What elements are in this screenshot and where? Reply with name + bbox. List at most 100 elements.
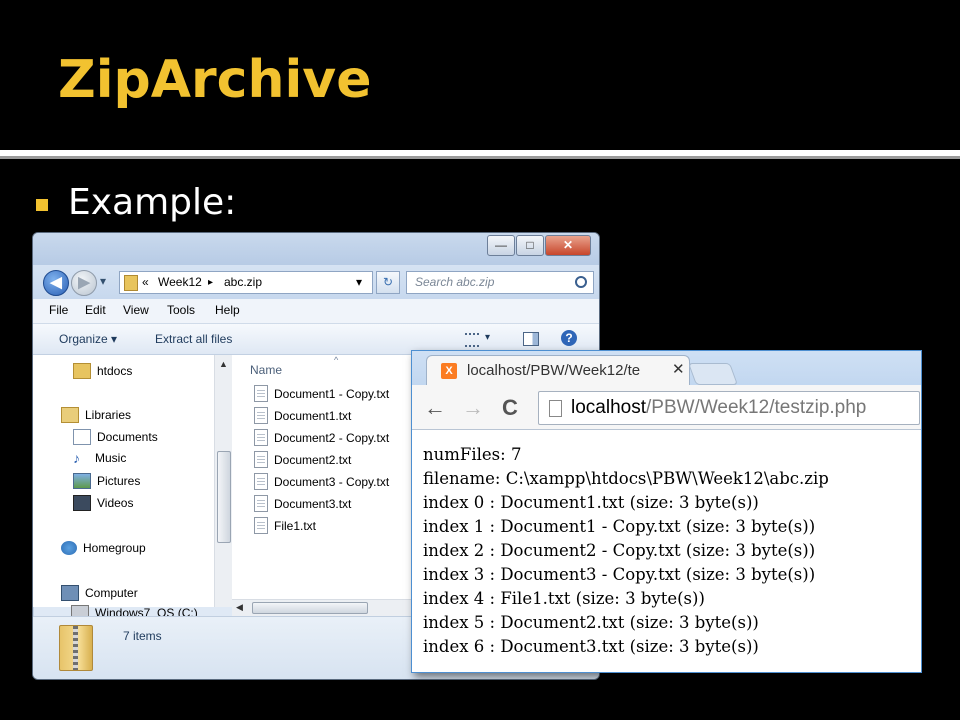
- refresh-button[interactable]: ↻: [376, 271, 400, 294]
- column-header-name[interactable]: Name: [250, 363, 282, 377]
- scroll-up-icon[interactable]: ▲: [219, 359, 228, 369]
- url-host: localhost: [571, 397, 646, 418]
- file-row[interactable]: Document1 - Copy.txt: [254, 385, 389, 402]
- sidebar-item-homegroup[interactable]: Homegroup: [61, 541, 146, 555]
- sidebar-item-videos[interactable]: Videos: [73, 495, 133, 511]
- preview-pane-icon[interactable]: [523, 332, 539, 346]
- view-options-icon[interactable]: [465, 333, 479, 347]
- scrollbar-thumb[interactable]: [217, 451, 231, 543]
- output-line: index 4 : File1.txt (size: 3 byte(s)): [423, 589, 705, 608]
- menu-help[interactable]: Help: [215, 303, 240, 317]
- file-row[interactable]: Document2 - Copy.txt: [254, 429, 389, 446]
- file-name: Document2.txt: [274, 452, 352, 467]
- maximize-button[interactable]: □: [516, 235, 544, 256]
- text-file-icon: [254, 451, 268, 468]
- navigation-scrollbar[interactable]: ▲: [214, 355, 232, 607]
- file-row[interactable]: Document2.txt: [254, 451, 351, 468]
- bullet-marker: [36, 199, 48, 211]
- navigation-pane: htdocs Libraries Documents ♪ Music Pictu…: [33, 355, 229, 621]
- search-icon[interactable]: [575, 276, 587, 288]
- minimize-button[interactable]: —: [487, 235, 515, 256]
- back-button[interactable]: ◀: [43, 270, 69, 296]
- menu-file[interactable]: File: [49, 303, 68, 317]
- pictures-icon: [73, 473, 91, 489]
- menu-tools[interactable]: Tools: [167, 303, 195, 317]
- search-placeholder: Search abc.zip: [415, 275, 495, 289]
- sidebar-item-music[interactable]: ♪ Music: [73, 451, 126, 465]
- file-name: Document1.txt: [274, 408, 352, 423]
- browser-forward-icon[interactable]: →: [462, 395, 484, 421]
- view-dropdown-icon[interactable]: ▾: [485, 332, 490, 343]
- sidebar-item-label: Pictures: [97, 474, 141, 488]
- url-text: localhost/PBW/Week12/testzip.php: [571, 397, 866, 419]
- file-name: File1.txt: [274, 518, 317, 533]
- recent-pages-dropdown[interactable]: ▾: [100, 274, 106, 288]
- address-dropdown-icon[interactable]: ▾: [356, 272, 362, 293]
- file-name: Document1 - Copy.txt: [274, 386, 390, 401]
- file-row[interactable]: File1.txt: [254, 517, 316, 534]
- search-input[interactable]: Search abc.zip: [406, 271, 594, 294]
- item-count: 7 items: [123, 629, 162, 643]
- output-line: numFiles: 7: [423, 445, 522, 464]
- xampp-favicon-icon: X: [441, 363, 457, 379]
- browser-window: X localhost/PBW/Week12/te ✕ ← → C localh…: [411, 350, 922, 673]
- reload-icon[interactable]: C: [502, 395, 518, 421]
- explorer-titlebar[interactable]: — □ ✕: [33, 233, 599, 265]
- tab-strip: X localhost/PBW/Week12/te ✕: [412, 351, 921, 386]
- browser-toolbar: ← → C localhost/PBW/Week12/testzip.php: [412, 385, 921, 430]
- sidebar-item-label: Videos: [97, 496, 134, 510]
- file-name: Document2 - Copy.txt: [274, 430, 390, 445]
- output-line: index 1 : Document1 - Copy.txt (size: 3 …: [423, 517, 816, 536]
- browser-tab[interactable]: X localhost/PBW/Week12/te ✕: [426, 355, 690, 386]
- breadcrumb-chevrons[interactable]: «: [142, 272, 149, 293]
- new-tab-button[interactable]: [687, 363, 739, 385]
- output-line: index 6 : Document3.txt (size: 3 byte(s)…: [423, 637, 759, 656]
- zip-file-icon: [59, 625, 93, 671]
- slide-title: ZipArchive: [58, 50, 372, 110]
- menu-edit[interactable]: Edit: [85, 303, 106, 317]
- organize-button[interactable]: Organize ▾: [59, 332, 117, 346]
- sidebar-item-htdocs[interactable]: htdocs: [73, 363, 132, 379]
- address-bar[interactable]: « Week12 ▸ abc.zip ▾: [119, 271, 373, 294]
- output-line: filename: C:\xampp\htdocs\PBW\Week12\abc…: [423, 469, 829, 488]
- sidebar-item-label: Music: [95, 451, 127, 465]
- menu-view[interactable]: View: [123, 303, 149, 317]
- breadcrumb-separator-icon[interactable]: ▸: [208, 272, 213, 293]
- text-file-icon: [254, 517, 268, 534]
- page-icon: [549, 400, 562, 417]
- sidebar-item-label: Computer: [85, 586, 138, 600]
- library-icon: [61, 407, 79, 423]
- videos-icon: [73, 495, 91, 511]
- extract-all-button[interactable]: Extract all files: [155, 332, 232, 346]
- sidebar-item-libraries[interactable]: Libraries: [61, 407, 131, 423]
- output-line: index 5 : Document2.txt (size: 3 byte(s)…: [423, 613, 759, 632]
- tab-title: localhost/PBW/Week12/te: [467, 362, 641, 379]
- sidebar-item-label: Homegroup: [83, 541, 146, 555]
- file-row[interactable]: Document3 - Copy.txt: [254, 473, 389, 490]
- sort-indicator-icon: ^: [334, 355, 339, 365]
- folder-icon: [73, 363, 91, 379]
- tab-close-icon[interactable]: ✕: [672, 360, 685, 378]
- file-name: Document3 - Copy.txt: [274, 474, 390, 489]
- sidebar-item-pictures[interactable]: Pictures: [73, 473, 140, 489]
- text-file-icon: [254, 473, 268, 490]
- sidebar-item-label: Documents: [97, 430, 158, 444]
- close-button[interactable]: ✕: [545, 235, 591, 256]
- breadcrumb-week12[interactable]: Week12: [158, 272, 202, 293]
- documents-icon: [73, 429, 91, 445]
- horizontal-scrollbar-thumb[interactable]: [252, 602, 368, 614]
- breadcrumb-abc-zip[interactable]: abc.zip: [224, 272, 262, 293]
- sidebar-item-documents[interactable]: Documents: [73, 429, 158, 445]
- help-icon[interactable]: ?: [561, 330, 577, 346]
- sidebar-item-computer[interactable]: Computer: [61, 585, 138, 601]
- scroll-left-icon[interactable]: ◀: [236, 602, 243, 613]
- address-row: ◀ ▶ ▾ « Week12 ▸ abc.zip ▾ ↻ Search abc.…: [33, 265, 599, 299]
- text-file-icon: [254, 407, 268, 424]
- url-bar[interactable]: localhost/PBW/Week12/testzip.php: [538, 391, 920, 425]
- file-row[interactable]: Document1.txt: [254, 407, 351, 424]
- forward-button[interactable]: ▶: [71, 270, 97, 296]
- browser-back-icon[interactable]: ←: [424, 395, 446, 421]
- homegroup-icon: [61, 541, 77, 555]
- file-row[interactable]: Document3.txt: [254, 495, 351, 512]
- music-icon: ♪: [73, 450, 80, 466]
